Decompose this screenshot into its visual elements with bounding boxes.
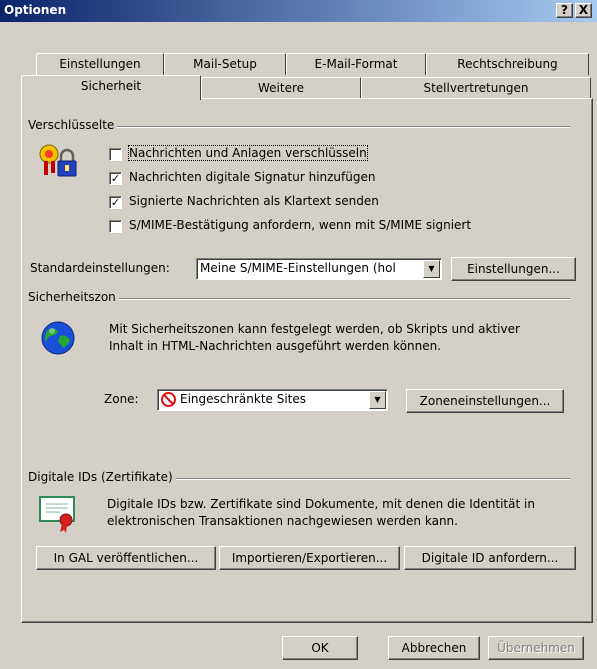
tab-stellvertretungen[interactable]: Stellvertretungen [361, 77, 591, 99]
add-signature-checkbox[interactable]: ✓ [109, 172, 122, 185]
zones-description-line1: Mit Sicherheitszonen kann festgelegt wer… [109, 322, 520, 336]
zone-dropdown[interactable]: Eingeschränkte Sites ▼ [157, 389, 388, 411]
import-export-button[interactable]: Importieren/Exportieren... [219, 546, 400, 570]
globe-icon [41, 321, 75, 355]
help-button[interactable]: ? [556, 3, 573, 18]
zone-value: Eingeschränkte Sites [180, 392, 307, 406]
encrypt-messages-label[interactable]: Nachrichten und Anlagen verschlüsseln [128, 145, 368, 161]
chevron-down-icon[interactable]: ▼ [369, 391, 386, 409]
zone-label: Zone: [104, 392, 139, 406]
tab-email-format[interactable]: E-Mail-Format [286, 53, 426, 75]
digital-ids-description-line2: elektronischen Transaktionen nachgewiese… [107, 514, 458, 528]
smime-receipt-checkbox[interactable] [109, 220, 122, 233]
tab-einstellungen[interactable]: Einstellungen [36, 53, 164, 75]
digital-ids-group-label: Digitale IDs (Zertifikate) [28, 470, 176, 484]
clear-text-checkbox[interactable]: ✓ [109, 196, 122, 209]
default-settings-dropdown[interactable]: Meine S/MIME-Einstellungen (hol ▼ [196, 258, 442, 280]
add-signature-label[interactable]: Nachrichten digitale Signatur hinzufügen [129, 170, 375, 184]
window-title: Optionen [4, 3, 67, 17]
settings-button[interactable]: Einstellungen... [451, 257, 576, 281]
default-settings-label: Standardeinstellungen: [30, 261, 170, 275]
encrypt-messages-checkbox[interactable] [109, 148, 122, 161]
digital-ids-description-line1: Digitale IDs bzw. Zertifikate sind Dokum… [107, 497, 535, 511]
clear-text-label[interactable]: Signierte Nachrichten als Klartext sende… [129, 194, 379, 208]
zones-group-label: Sicherheitszon [28, 290, 119, 304]
tab-mail-setup[interactable]: Mail-Setup [164, 53, 286, 75]
apply-button[interactable]: Übernehmen [488, 636, 584, 660]
tab-sicherheit[interactable]: Sicherheit [21, 75, 201, 100]
publish-gal-button[interactable]: In GAL veröffentlichen... [36, 546, 216, 570]
certificate-lock-icon [39, 144, 77, 177]
restricted-zone-icon [161, 392, 176, 407]
default-settings-value: Meine S/MIME-Einstellungen (hol [200, 261, 396, 275]
ok-button[interactable]: OK [282, 636, 358, 660]
cancel-button[interactable]: Abbrechen [388, 636, 480, 660]
close-button[interactable]: X [575, 3, 592, 18]
zones-description-line2: Inhalt in HTML-Nachrichten ausgeführt we… [109, 339, 442, 353]
title-bar: Optionen ? X [0, 0, 597, 22]
tab-rechtschreibung[interactable]: Rechtschreibung [426, 53, 589, 75]
tab-weitere[interactable]: Weitere [201, 77, 361, 99]
certificate-icon [39, 496, 75, 533]
request-id-button[interactable]: Digitale ID anfordern... [404, 546, 576, 570]
smime-receipt-label[interactable]: S/MIME-Bestätigung anfordern, wenn mit S… [129, 218, 471, 232]
chevron-down-icon[interactable]: ▼ [423, 260, 440, 278]
encryption-group-label: Verschlüsselte [28, 118, 118, 132]
zone-settings-button[interactable]: Zoneneinstellungen... [406, 389, 564, 413]
